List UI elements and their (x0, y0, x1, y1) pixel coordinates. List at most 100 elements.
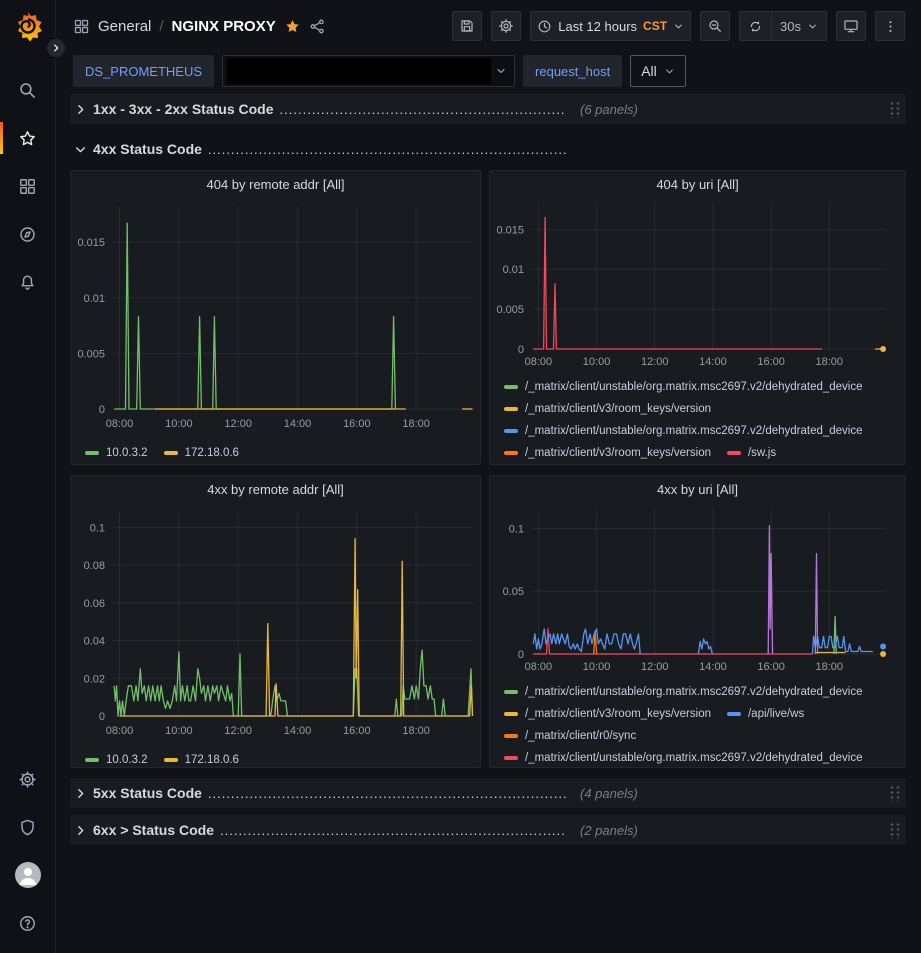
svg-text:10:00: 10:00 (165, 418, 193, 430)
legend-item[interactable]: 10.0.3.2 (85, 749, 148, 767)
main-area: General / NGINX PROXY Last 12 hours (57, 0, 921, 953)
sidebar-item-alerting[interactable] (0, 258, 55, 306)
settings-gear-icon (498, 18, 514, 34)
timeseries-chart[interactable]: 08:0010:0012:0014:0016:0018:0000.050.1 (490, 502, 900, 680)
zoom-out-icon (707, 18, 723, 34)
svg-text:16:00: 16:00 (343, 725, 371, 737)
star-icon (18, 129, 37, 148)
row-drag-handle[interactable] (889, 822, 900, 839)
dashboard-settings-button[interactable] (491, 11, 521, 41)
zoom-out-button[interactable] (700, 11, 730, 41)
row-dots: ........................................… (208, 786, 566, 801)
favorite-star-icon[interactable] (284, 18, 301, 35)
time-range-label: Last 12 hours (558, 19, 637, 34)
svg-text:0.02: 0.02 (84, 673, 105, 685)
svg-text:10:00: 10:00 (583, 661, 611, 673)
legend-item[interactable]: /_matrix/client/v3/room_keys/version (504, 442, 711, 464)
sidebar-item-profile[interactable] (0, 851, 55, 899)
legend-item[interactable]: /sw.js (727, 442, 776, 464)
row-6xx[interactable]: 6xx > Status Code ......................… (70, 815, 906, 845)
sidebar-item-help[interactable] (0, 899, 55, 947)
row-title-wrap: 5xx Status Code ........................… (74, 785, 566, 801)
breadcrumb-folder[interactable]: General (98, 18, 151, 35)
sidebar-item-search[interactable] (0, 66, 55, 114)
dashboard-grid-icon (73, 18, 90, 35)
time-picker-button[interactable]: Last 12 hours CST (530, 11, 691, 41)
legend-swatch (504, 712, 518, 716)
variable-request-host-select[interactable]: All (630, 55, 686, 87)
timezone-label: CST (643, 19, 667, 33)
row-title: 1xx - 3xx - 2xx Status Code (93, 101, 274, 117)
variable-label-request-host[interactable]: request_host (523, 55, 622, 87)
row-5xx[interactable]: 5xx Status Code ........................… (70, 778, 906, 808)
panel-404-by-remote-addr: 404 by remote addr [All] 08:0010:0012:00… (70, 170, 481, 465)
sidebar-item-server-admin[interactable] (0, 803, 55, 851)
sidebar-expand-button[interactable] (45, 37, 67, 59)
legend-item[interactable]: 172.18.0.6 (164, 749, 239, 767)
legend-label: /_matrix/client/v3/room_keys/version (525, 447, 711, 459)
legend-swatch (504, 734, 518, 738)
svg-text:14:00: 14:00 (284, 418, 312, 430)
kebab-icon (883, 19, 898, 34)
svg-text:0.01: 0.01 (503, 264, 524, 276)
share-icon[interactable] (309, 18, 326, 35)
top-navbar: General / NGINX PROXY Last 12 hours (57, 0, 921, 52)
legend-item[interactable]: /_matrix/client/unstable/org.matrix.msc2… (504, 376, 863, 398)
legend-item[interactable]: /_matrix/client/v3/room_keys/version (504, 703, 711, 725)
row-drag-handle[interactable] (889, 785, 900, 802)
svg-text:0: 0 (99, 711, 105, 723)
variable-label-ds-prometheus[interactable]: DS_PROMETHEUS (73, 55, 214, 87)
chevron-right-icon (74, 787, 87, 800)
clock-icon (537, 19, 552, 34)
save-dashboard-button[interactable] (452, 11, 482, 41)
legend-label: 172.18.0.6 (185, 754, 239, 766)
sidebar-item-configuration[interactable] (0, 755, 55, 803)
grafana-logo-icon[interactable] (12, 10, 44, 42)
panel-legend: /_matrix/client/unstable/org.matrix.msc2… (490, 375, 905, 464)
svg-text:0.1: 0.1 (90, 522, 105, 534)
sidebar-item-starred[interactable] (0, 114, 55, 162)
panel-title[interactable]: 404 by remote addr [All] (71, 171, 480, 197)
tv-mode-button[interactable] (836, 11, 866, 41)
legend-swatch (85, 758, 99, 762)
timeseries-chart[interactable]: 08:0010:0012:0014:0016:0018:0000.020.040… (71, 502, 480, 748)
sidebar-item-explore[interactable] (0, 210, 55, 258)
legend-item[interactable]: /_matrix/client/unstable/org.matrix.msc2… (504, 747, 863, 767)
dashboard-title[interactable]: NGINX PROXY (172, 18, 276, 35)
row-title: 5xx Status Code (93, 785, 202, 801)
legend-label: /api/live/ws (748, 708, 804, 720)
svg-text:0: 0 (99, 404, 105, 416)
caret-down-icon (664, 66, 675, 77)
row-4xx[interactable]: 4xx Status Code ........................… (70, 134, 906, 164)
row-dots: ........................................… (280, 102, 566, 117)
svg-text:12:00: 12:00 (641, 356, 669, 368)
panel-404-by-uri: 404 by uri [All] 08:0010:0012:0014:0016:… (489, 170, 906, 465)
legend-item[interactable]: 10.0.3.2 (85, 442, 148, 464)
timeseries-chart[interactable]: 08:0010:0012:0014:0016:0018:0000.0050.01… (490, 197, 900, 375)
refresh-button[interactable] (740, 12, 771, 40)
row-drag-handle[interactable] (889, 101, 900, 118)
panel-title[interactable]: 4xx by remote addr [All] (71, 476, 480, 502)
legend-swatch (504, 385, 518, 389)
panel-legend: 10.0.3.2 172.18.0.6 (71, 748, 480, 767)
row-title: 4xx Status Code (93, 141, 202, 157)
timeseries-chart[interactable]: 08:0010:0012:0014:0016:0018:0000.0050.01… (71, 197, 480, 441)
more-options-button[interactable] (875, 11, 905, 41)
legend-item[interactable]: /api/live/ws (727, 703, 804, 725)
legend-swatch (504, 690, 518, 694)
legend-item[interactable]: /_matrix/client/unstable/org.matrix.msc2… (504, 420, 863, 442)
variable-ds-value-select[interactable] (222, 55, 515, 87)
sidebar-item-dashboards[interactable] (0, 162, 55, 210)
legend-item[interactable]: /_matrix/client/unstable/org.matrix.msc2… (504, 681, 863, 703)
svg-text:10:00: 10:00 (165, 725, 193, 737)
legend-item[interactable]: 172.18.0.6 (164, 442, 239, 464)
panel-title[interactable]: 4xx by uri [All] (490, 476, 905, 502)
refresh-interval-dropdown[interactable]: 30s (771, 12, 826, 40)
compass-icon (18, 225, 37, 244)
row-1xx-3xx-2xx[interactable]: 1xx - 3xx - 2xx Status Code ............… (70, 94, 906, 124)
legend-label: /_matrix/client/v3/room_keys/version (525, 708, 711, 720)
legend-item[interactable]: /_matrix/client/r0/sync (504, 725, 636, 747)
panel-title[interactable]: 404 by uri [All] (490, 171, 905, 197)
row-title-wrap: 6xx > Status Code ......................… (74, 822, 566, 838)
legend-item[interactable]: /_matrix/client/v3/room_keys/version (504, 398, 711, 420)
